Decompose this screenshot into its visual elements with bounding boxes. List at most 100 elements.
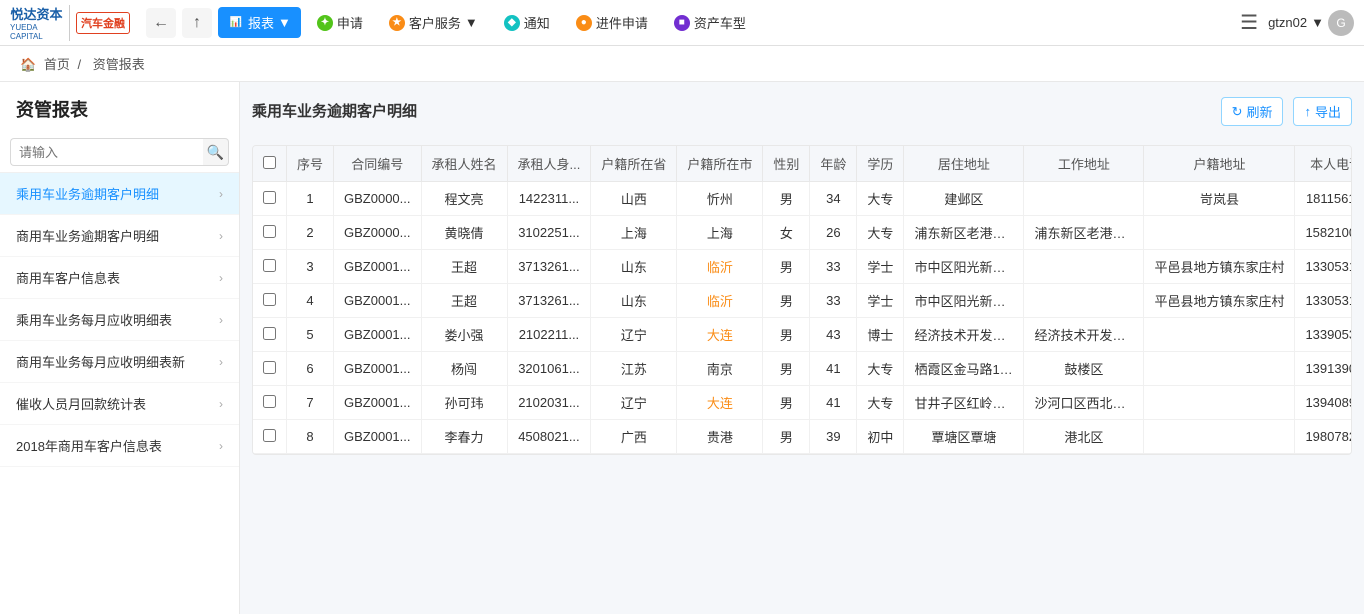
row-checkbox-6[interactable]	[263, 395, 276, 408]
row-gender: 男	[763, 182, 810, 216]
row-age: 26	[810, 216, 857, 250]
sidebar-menu-item-5[interactable]: 催收人员月回款统计表›	[0, 383, 239, 425]
row-no: 2	[287, 216, 334, 250]
row-city: 临沂	[677, 284, 763, 318]
row-edu: 博士	[857, 318, 904, 352]
row-addr: 浦东新区老港镇建港村	[904, 216, 1024, 250]
row-province: 山西	[591, 182, 677, 216]
sidebar-menu-item-0[interactable]: 乘用车业务逾期客户明细›	[0, 173, 239, 215]
row-id: 3713261...	[507, 250, 591, 284]
apply-dot: ✦	[317, 15, 333, 31]
row-name: 孙可玮	[421, 386, 507, 420]
logo-cn-text: 悦达资本	[10, 4, 62, 23]
row-city: 大连	[677, 318, 763, 352]
sidebar-item-label: 2018年商用车客户信息表	[16, 436, 162, 455]
nav-item-notify[interactable]: ◆ 通知	[494, 7, 560, 38]
table-row: 7 GBZ0001... 孙可玮 2102031... 辽宁 大连 男 41 大…	[253, 386, 1352, 420]
row-checkbox-2[interactable]	[263, 259, 276, 272]
table-row: 4 GBZ0001... 王超 3713261... 山东 临沂 男 33 学士…	[253, 284, 1352, 318]
row-city: 贵港	[677, 420, 763, 454]
row-edu: 学士	[857, 284, 904, 318]
username-label: gtzn02	[1268, 15, 1307, 30]
select-all-checkbox[interactable]	[263, 156, 276, 169]
row-no: 4	[287, 284, 334, 318]
sidebar-menu-item-1[interactable]: 商用车业务逾期客户明细›	[0, 215, 239, 257]
nav-item-apply[interactable]: ✦ 申请	[307, 7, 373, 38]
export-button[interactable]: ↑ 导出	[1293, 97, 1352, 126]
search-button[interactable]: 🔍	[203, 138, 229, 166]
sidebar-menu-item-4[interactable]: 商用车业务每月应收明细表新›	[0, 341, 239, 383]
back-button[interactable]: ←	[146, 8, 176, 38]
row-contract: GBZ0001...	[334, 250, 421, 284]
row-checkbox-3[interactable]	[263, 293, 276, 306]
row-checkbox-4[interactable]	[263, 327, 276, 340]
row-age: 43	[810, 318, 857, 352]
row-checkbox-5[interactable]	[263, 361, 276, 374]
row-edu: 大专	[857, 216, 904, 250]
nav-item-customer[interactable]: ★ 客户服务 ▼	[379, 7, 488, 38]
row-phone: 1980782...	[1295, 420, 1352, 454]
nav-apply-label: 申请	[337, 13, 363, 32]
chevron-right-icon: ›	[219, 187, 223, 201]
row-age: 41	[810, 386, 857, 420]
sidebar-menu-item-3[interactable]: 乘用车业务每月应收明细表›	[0, 299, 239, 341]
sidebar-menu: 乘用车业务逾期客户明细›商用车业务逾期客户明细›商用车客户信息表›乘用车业务每月…	[0, 173, 239, 467]
row-gender: 男	[763, 386, 810, 420]
row-huji: 岢岚县	[1144, 182, 1295, 216]
breadcrumb-home[interactable]: 首页	[44, 57, 70, 72]
row-gender: 男	[763, 420, 810, 454]
row-checkbox-cell	[253, 420, 287, 454]
row-province: 辽宁	[591, 318, 677, 352]
row-huji	[1144, 352, 1295, 386]
home-icon: 🏠	[20, 57, 36, 72]
customer-dropdown-icon: ▼	[465, 15, 478, 30]
row-checkbox-cell	[253, 318, 287, 352]
row-checkbox-1[interactable]	[263, 225, 276, 238]
user-info[interactable]: gtzn02 ▼ G	[1268, 10, 1354, 36]
row-province: 山东	[591, 250, 677, 284]
nav-item-asset[interactable]: ■ 资产车型	[664, 7, 756, 38]
row-checkbox-0[interactable]	[263, 191, 276, 204]
row-checkbox-7[interactable]	[263, 429, 276, 442]
breadcrumb: 🏠 首页 / 资管报表	[0, 46, 1364, 82]
row-contract: GBZ0001...	[334, 420, 421, 454]
sidebar-menu-item-6[interactable]: 2018年商用车客户信息表›	[0, 425, 239, 467]
yueda-logo: 悦达资本 YUEDA CAPITAL	[10, 5, 70, 41]
refresh-label: 刷新	[1246, 102, 1272, 121]
row-work	[1024, 250, 1144, 284]
customer-dot: ★	[389, 15, 405, 31]
row-checkbox-cell	[253, 250, 287, 284]
export-icon: ↑	[1304, 104, 1311, 119]
nav-item-progress[interactable]: ● 进件申请	[566, 7, 658, 38]
logo-area: 悦达资本 YUEDA CAPITAL 汽车金融	[10, 5, 130, 41]
export-label: 导出	[1315, 102, 1341, 121]
forward-button[interactable]: ↑	[182, 8, 212, 38]
row-huji	[1144, 386, 1295, 420]
refresh-button[interactable]: ↻ 刷新	[1221, 97, 1284, 126]
row-id: 2102211...	[507, 318, 591, 352]
row-addr: 经济技术开发区红梅小	[904, 318, 1024, 352]
progress-dot: ●	[576, 15, 592, 31]
row-addr: 市中区阳光新路全景天	[904, 284, 1024, 318]
row-id: 3201061...	[507, 352, 591, 386]
row-phone: 1811561...	[1295, 182, 1352, 216]
breadcrumb-current: 资管报表	[93, 57, 145, 72]
nav-item-report[interactable]: 📊 乘用车业务逾期客户明细 报表 ▼	[218, 7, 301, 38]
col-header-8: 年龄	[810, 146, 857, 182]
main-layout: 资管报表 🔍 乘用车业务逾期客户明细›商用车业务逾期客户明细›商用车客户信息表›…	[0, 82, 1364, 614]
row-name: 杨闯	[421, 352, 507, 386]
row-name: 娄小强	[421, 318, 507, 352]
search-input[interactable]	[10, 138, 203, 166]
row-huji	[1144, 318, 1295, 352]
row-huji: 平邑县地方镇东家庄村	[1144, 284, 1295, 318]
row-phone: 1394089...	[1295, 386, 1352, 420]
sidebar-menu-item-2[interactable]: 商用车客户信息表›	[0, 257, 239, 299]
breadcrumb-separator: /	[77, 57, 84, 72]
hamburger-icon[interactable]: ☰	[1240, 10, 1258, 35]
row-age: 34	[810, 182, 857, 216]
row-city: 大连	[677, 386, 763, 420]
col-header-13: 本人电话	[1295, 146, 1352, 182]
col-header-5: 户籍所在省	[591, 146, 677, 182]
row-work: 沙河口区西北路299号	[1024, 386, 1144, 420]
row-name: 黄晓倩	[421, 216, 507, 250]
